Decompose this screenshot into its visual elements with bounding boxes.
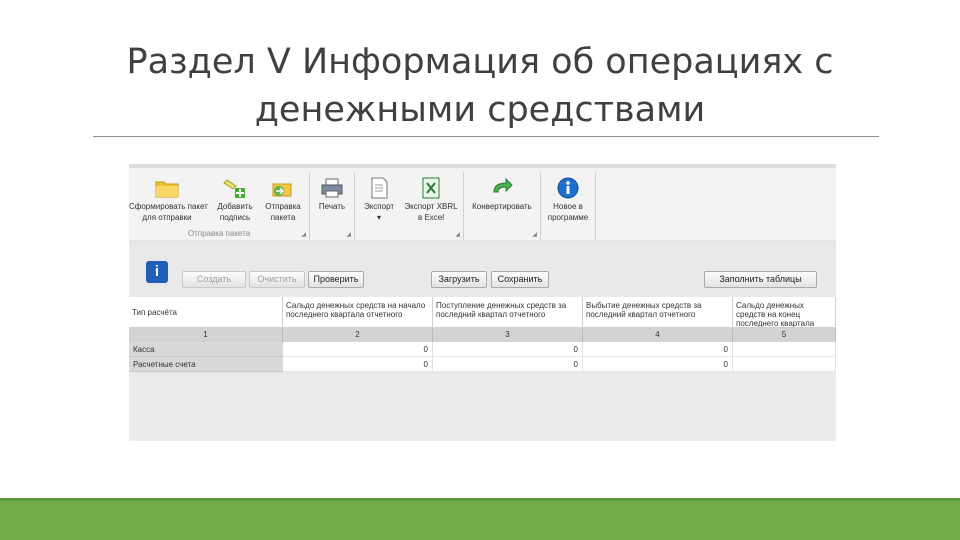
column-number: 2 (283, 328, 433, 342)
table-header: Выбытие денежных средств за последний кв… (583, 297, 733, 328)
form-info-icon[interactable]: i (146, 261, 168, 283)
clear-button[interactable]: Очистить (249, 271, 305, 288)
table-header: Поступление денежных средств за последни… (433, 297, 583, 328)
table-cell[interactable]: 0 (433, 342, 583, 357)
slide-title: Раздел V Информация об операциях с денеж… (60, 38, 900, 134)
table-cell[interactable] (733, 357, 836, 372)
send-package-button[interactable]: Отправка пакета (261, 176, 305, 226)
ribbon-group-print: Печать ◢ (310, 172, 355, 240)
excel-icon (422, 177, 440, 199)
column-number: 3 (433, 328, 583, 342)
group-expand-icon[interactable]: ◢ (532, 231, 537, 238)
group-expand-icon[interactable]: ◢ (455, 231, 460, 238)
create-button[interactable]: Создать (182, 271, 246, 288)
printer-icon (321, 178, 343, 198)
info-icon (557, 177, 579, 199)
slide-footer-line (0, 498, 960, 501)
row-label-cash: Касса (129, 342, 283, 357)
ribbon-group-convert: Конвертировать ◢ (464, 172, 541, 240)
ribbon-group-caption: Отправка пакета (187, 229, 251, 238)
slide-footer-bar (0, 498, 960, 540)
group-expand-icon[interactable]: ◢ (346, 231, 351, 238)
column-number: 1 (129, 328, 283, 342)
table-empty-area (129, 375, 836, 441)
table-cell[interactable]: 0 (583, 357, 733, 372)
ribbon-group-send: Сформировать пакет для отправки Добавить… (129, 172, 310, 240)
column-number: 5 (733, 328, 836, 342)
table-cell[interactable]: 0 (283, 357, 433, 372)
table-header: Тип расчёта (129, 297, 283, 328)
table-cell[interactable]: 0 (583, 342, 733, 357)
save-button[interactable]: Сохранить (491, 271, 549, 288)
sign-add-icon (223, 179, 245, 198)
fill-tables-button[interactable]: Заполнить таблицы (704, 271, 817, 288)
slide-title-line1: Раздел V Информация об операциях с (126, 42, 834, 82)
ribbon-group-help: Новое в программе (541, 172, 596, 240)
convert-button[interactable]: Конвертировать (468, 176, 536, 226)
form-area: i Создать Очистить Проверить Загрузить С… (129, 244, 836, 441)
column-number: 4 (583, 328, 733, 342)
group-expand-icon[interactable]: ◢ (301, 231, 306, 238)
convert-arrow-icon (493, 177, 513, 193)
table-header: Сальдо денежных средств на конец последн… (733, 297, 836, 328)
send-package-icon (272, 183, 292, 197)
table-header: Сальдо денежных средств на начало послед… (283, 297, 433, 328)
ribbon: Сформировать пакет для отправки Добавить… (129, 164, 836, 240)
export-button[interactable]: Экспорт ▾ (359, 176, 399, 226)
form-package-button[interactable]: Сформировать пакет для отправки (129, 176, 208, 226)
add-signature-button[interactable]: Добавить подпись (215, 176, 255, 226)
slide-title-line2: денежными средствами (254, 90, 706, 130)
whats-new-button[interactable]: Новое в программе (545, 176, 591, 226)
title-divider (93, 136, 879, 137)
export-icon (371, 177, 388, 199)
check-button[interactable]: Проверить (308, 271, 364, 288)
ribbon-group-export: Экспорт ▾ Экспорт XBRL в Excel ◢ (355, 172, 464, 240)
table-cell[interactable]: 0 (283, 342, 433, 357)
row-label-accounts: Расчетные счета (129, 357, 283, 372)
table-cell[interactable]: 0 (433, 357, 583, 372)
load-button[interactable]: Загрузить (431, 271, 487, 288)
app-screenshot: Сформировать пакет для отправки Добавить… (129, 164, 836, 441)
print-button[interactable]: Печать (312, 176, 352, 226)
folder-icon (155, 181, 179, 198)
export-excel-button[interactable]: Экспорт XBRL в Excel (403, 176, 459, 226)
table-cell[interactable] (733, 342, 836, 357)
